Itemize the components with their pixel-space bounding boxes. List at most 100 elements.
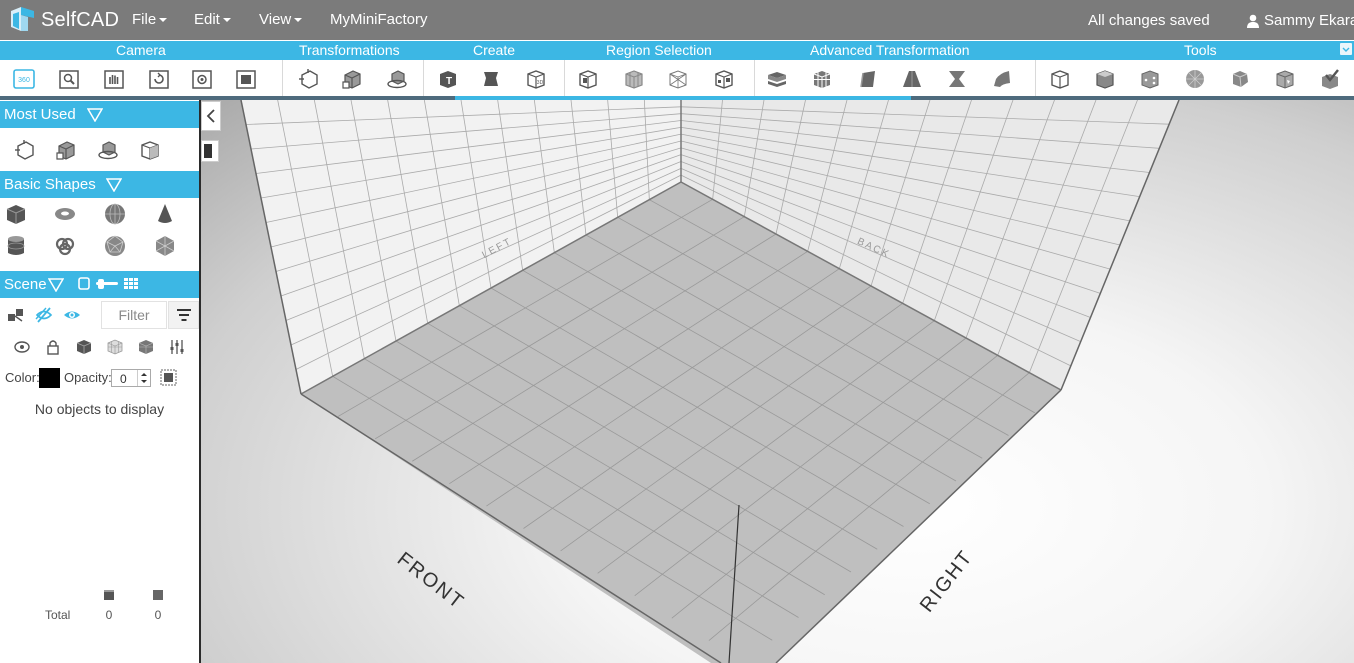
ribbon-tab-transformations[interactable]: Transformations	[299, 42, 400, 58]
shape-icosphere-button[interactable]	[102, 233, 128, 259]
move-button[interactable]	[295, 66, 321, 92]
twist-button[interactable]	[944, 66, 970, 92]
select-faces-button[interactable]	[621, 66, 647, 92]
pan-button[interactable]	[101, 66, 127, 92]
collapse-panel-button[interactable]	[201, 101, 221, 131]
select-wireframe-button[interactable]	[665, 66, 691, 92]
myminifactory-link[interactable]: MyMiniFactory	[330, 11, 428, 28]
shaded-view-column[interactable]	[136, 337, 156, 357]
hollow-button[interactable]	[1272, 66, 1298, 92]
zoom-fit-button[interactable]	[56, 66, 82, 92]
menu-edit[interactable]: Edit	[194, 11, 231, 28]
menu-view-label: View	[259, 11, 292, 28]
cube-wireframe-icon	[107, 339, 123, 355]
shape-cone-button[interactable]	[152, 201, 178, 227]
chevron-down-icon	[1342, 47, 1350, 52]
round-icon	[1232, 71, 1248, 88]
opacity-value: 0	[120, 372, 127, 386]
select-objects-button[interactable]	[6, 305, 26, 325]
subdivide-button[interactable]	[809, 66, 835, 92]
taper-icon	[903, 71, 921, 87]
filter-options-button[interactable]	[168, 301, 199, 329]
eye-icon	[64, 311, 80, 319]
user-menu[interactable]: Sammy Ekara	[1246, 12, 1354, 29]
cone-icon	[158, 204, 172, 223]
simplify-icon	[1186, 70, 1204, 88]
focus-camera-button[interactable]	[189, 66, 215, 92]
settings-column[interactable]	[167, 337, 187, 357]
shape-polyhedron-button[interactable]	[152, 233, 178, 259]
3d-viewport[interactable]: FRONT RIGHT LEFT BACK	[201, 100, 1354, 663]
menu-view[interactable]: View	[259, 11, 303, 28]
most-used-scale-button[interactable]	[53, 137, 79, 163]
simplify-button[interactable]	[1182, 66, 1208, 92]
ribbon-collapse-button[interactable]	[1340, 43, 1352, 55]
most-used-header[interactable]: Most Used	[0, 101, 199, 128]
filter-input[interactable]	[101, 301, 167, 329]
frame-select-icon	[160, 369, 177, 386]
select-region-button[interactable]	[711, 66, 737, 92]
ribbon-tab-camera[interactable]: Camera	[116, 42, 166, 58]
shape-cube-button[interactable]	[3, 201, 29, 227]
opacity-input[interactable]: 0	[111, 369, 151, 387]
ribbon-toolbar: 360 T 3D	[0, 60, 1354, 96]
chevron-left-icon	[206, 109, 215, 123]
dice-button[interactable]	[1137, 66, 1163, 92]
solid-view-column[interactable]	[74, 337, 94, 357]
most-used-copy-button[interactable]	[137, 137, 163, 163]
shape-torus-button[interactable]	[52, 201, 78, 227]
objects-count-icon	[104, 590, 114, 600]
extrude-icon	[860, 71, 875, 88]
selfcad-logo[interactable]: SelfCAD	[8, 5, 119, 35]
ribbon-tab-advanced-transformation[interactable]: Advanced Transformation	[810, 42, 970, 58]
show-all-button[interactable]	[62, 305, 82, 325]
shape-cylinder-button[interactable]	[3, 233, 29, 259]
taper-button[interactable]	[899, 66, 925, 92]
total-label: Total	[45, 608, 71, 622]
solid-button[interactable]	[1092, 66, 1118, 92]
cube-icon	[6, 205, 26, 224]
ribbon-separator	[564, 60, 565, 96]
most-used-rotate-button[interactable]	[95, 137, 121, 163]
symmetry-button[interactable]	[1047, 66, 1073, 92]
view-mode-toggle[interactable]	[78, 277, 140, 295]
visibility-column[interactable]	[12, 337, 32, 357]
shape-generator-icon	[484, 72, 498, 86]
move-icon	[299, 69, 318, 89]
shape-sphere-button[interactable]	[102, 201, 128, 227]
camera-360-button[interactable]: 360	[11, 66, 37, 92]
round-button[interactable]	[1227, 66, 1253, 92]
rotate-camera-button[interactable]	[146, 66, 172, 92]
solid-icon	[1096, 70, 1114, 89]
ribbon-tab-create[interactable]: Create	[473, 42, 515, 58]
basic-shapes-header[interactable]: Basic Shapes	[0, 171, 199, 198]
rotate-button[interactable]	[384, 66, 410, 92]
scene-canvas[interactable]	[201, 100, 1354, 663]
wireframe-view-column[interactable]	[105, 337, 125, 357]
most-used-move-button[interactable]	[11, 137, 37, 163]
frame-select-button[interactable]	[160, 369, 177, 386]
check-mesh-button[interactable]	[1317, 66, 1343, 92]
hide-all-button[interactable]	[34, 305, 54, 325]
stitch-button[interactable]	[764, 66, 790, 92]
svg-text:360: 360	[18, 77, 30, 84]
ribbon-tab-tools[interactable]: Tools	[1184, 42, 1217, 58]
scale-button[interactable]	[339, 66, 365, 92]
sliders-icon	[170, 340, 184, 354]
app-name: SelfCAD	[41, 8, 120, 31]
color-swatch[interactable]	[39, 368, 60, 388]
opacity-stepper[interactable]	[137, 370, 150, 386]
3d-text-button[interactable]: T	[435, 66, 461, 92]
extrude-button[interactable]	[855, 66, 881, 92]
panel-layout-toggle[interactable]	[201, 140, 219, 162]
bend-button[interactable]	[989, 66, 1015, 92]
screenshot-button[interactable]	[233, 66, 259, 92]
scene-header[interactable]: Scene	[0, 271, 199, 298]
select-all-button[interactable]	[575, 66, 601, 92]
shape-generator-button[interactable]	[478, 66, 504, 92]
shape-knot-button[interactable]	[52, 233, 78, 259]
ribbon-tab-region-selection[interactable]: Region Selection	[606, 42, 712, 58]
lock-column[interactable]	[43, 337, 63, 357]
3d-sketch-button[interactable]: 3D	[523, 66, 549, 92]
menu-file[interactable]: File	[132, 11, 168, 28]
